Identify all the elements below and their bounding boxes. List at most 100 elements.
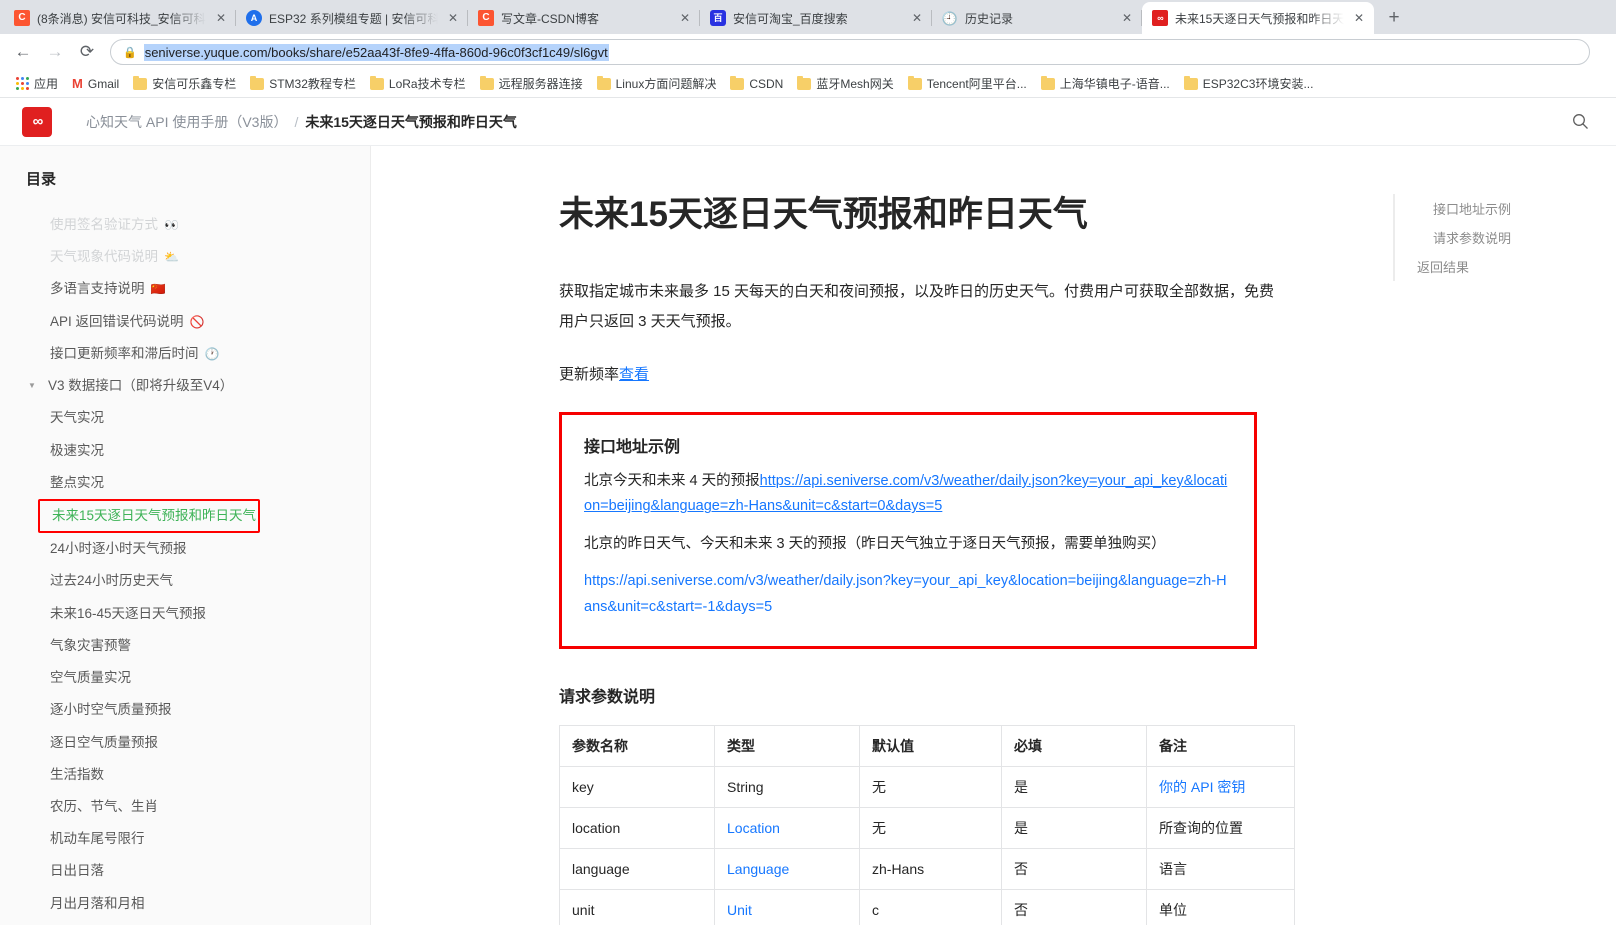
request-params-table: 参数名称类型默认值必填备注 keyString无是你的 API 密钥locati… <box>559 725 1295 925</box>
bookmark-item[interactable]: LoRa技术专栏 <box>364 72 472 95</box>
update-frequency-link[interactable]: 查看 <box>619 366 649 383</box>
toc-item[interactable]: 逐小时空气质量预报 <box>0 694 370 726</box>
param-type-cell[interactable]: Location <box>715 807 860 848</box>
bookmark-item[interactable]: 蓝牙Mesh网关 <box>791 72 899 95</box>
param-name-cell: location <box>560 807 715 848</box>
outline-item[interactable]: 接口地址示例 <box>1395 194 1593 223</box>
toc-item-label: 逐小时空气质量预报 <box>50 701 172 719</box>
toc-item[interactable]: 生活指数 <box>0 759 370 791</box>
bookmark-item[interactable]: CSDN <box>724 74 789 94</box>
param-default-cell: 无 <box>860 807 1002 848</box>
browser-tab[interactable]: AESP32 系列模组专题 | 安信可科✕ <box>236 2 468 34</box>
forward-button[interactable]: → <box>40 37 70 67</box>
bookmark-item[interactable]: 远程服务器连接 <box>474 72 589 95</box>
toc-item-label: 24小时逐小时天气预报 <box>50 540 187 558</box>
toc-item[interactable]: API 返回错误代码说明🚫 <box>0 306 370 338</box>
toc-item[interactable]: 气象灾害预警 <box>0 630 370 662</box>
breadcrumb-parent[interactable]: 心知天气 API 使用手册（V3版） <box>86 112 287 132</box>
page-outline: 接口地址示例请求参数说明返回结果 <box>1371 146 1616 925</box>
toc-item[interactable]: 农历、节气、生肖 <box>0 791 370 823</box>
chevron-down-icon[interactable]: ▼ <box>28 381 38 392</box>
bookmark-item[interactable]: 应用 <box>10 72 64 95</box>
bookmark-item[interactable]: 安信可乐鑫专栏 <box>127 72 242 95</box>
toc-item[interactable]: 天气实况 <box>0 402 370 434</box>
address-bar[interactable]: 🔒 seniverse.yuque.com/books/share/e52aa4… <box>110 39 1590 65</box>
param-type-cell[interactable]: Language <box>715 848 860 889</box>
toc-title: 目录 <box>0 168 370 209</box>
baidu-icon: 百 <box>710 10 726 26</box>
bookmark-item[interactable]: ESP32C3环境安装... <box>1178 72 1320 95</box>
toc-item-label: 未来15天逐日天气预报和昨日天气 <box>52 507 256 525</box>
bookmark-item[interactable]: MGmail <box>66 74 125 94</box>
api-example-highlight-box: 接口地址示例 北京今天和未来 4 天的预报https://api.seniver… <box>559 412 1257 649</box>
tab-close-icon[interactable]: ✕ <box>444 9 462 27</box>
bookmark-item[interactable]: Tencent阿里平台... <box>902 72 1033 95</box>
toc-item-label: 生活指数 <box>50 766 104 784</box>
yuque-logo[interactable]: ∞ <box>22 107 52 137</box>
toc-item[interactable]: 极速实况 <box>0 435 370 467</box>
browser-tab[interactable]: 百安信可淘宝_百度搜索✕ <box>700 2 932 34</box>
toc-item[interactable]: 天气现象代码说明⛅ <box>0 241 370 273</box>
toc-item[interactable]: 机动车尾号限行 <box>0 823 370 855</box>
toc-item[interactable]: 逐日空气质量预报 <box>0 727 370 759</box>
api-example-2-label: 北京的昨日天气、今天和未来 3 天的预报（昨日天气独立于逐日天气预报，需要单独购… <box>584 532 1230 557</box>
toc-item[interactable]: 整点实况 <box>0 467 370 499</box>
param-default-cell: c <box>860 889 1002 925</box>
bookmark-item[interactable]: STM32教程专栏 <box>244 72 362 95</box>
toc-item-emoji-icon: 👀 <box>164 217 179 233</box>
tab-strip: C(8条消息) 安信可科技_安信可科✕AESP32 系列模组专题 | 安信可科✕… <box>0 0 1616 34</box>
bookmark-item[interactable]: Linux方面问题解决 <box>591 72 723 95</box>
toc-item[interactable]: 日出日落 <box>0 855 370 887</box>
toc-item[interactable]: 使用签名验证方式👀 <box>0 209 370 241</box>
csdn-icon: C <box>14 10 30 26</box>
toc-item-label: API 返回错误代码说明 <box>50 313 184 331</box>
toc-item[interactable]: 空气质量实况 <box>0 662 370 694</box>
toc-item[interactable]: 月出月落和月相 <box>0 888 370 920</box>
breadcrumb: 心知天气 API 使用手册（V3版） / 未来15天逐日天气预报和昨日天气 <box>86 112 517 132</box>
folder-icon <box>1184 78 1198 90</box>
toc-item-emoji-icon: ⛅ <box>164 249 179 265</box>
back-button[interactable]: ← <box>8 37 38 67</box>
reload-button[interactable]: ⟳ <box>72 37 102 67</box>
toc-item-label: 整点实况 <box>50 474 104 492</box>
tab-close-icon[interactable]: ✕ <box>1118 9 1136 27</box>
params-heading: 请求参数说明 <box>559 683 1371 707</box>
table-header-row: 参数名称类型默认值必填备注 <box>560 725 1295 766</box>
toc-item[interactable]: 24小时逐小时天气预报 <box>0 533 370 565</box>
body-row: 目录 使用签名验证方式👀天气现象代码说明⛅多语言支持说明🇨🇳API 返回错误代码… <box>0 146 1616 925</box>
tab-close-icon[interactable]: ✕ <box>212 9 230 27</box>
table-column-header: 默认值 <box>860 725 1002 766</box>
toc-item-label: 天气实况 <box>50 409 104 427</box>
folder-icon <box>250 78 264 90</box>
browser-tab[interactable]: C写文章-CSDN博客✕ <box>468 2 700 34</box>
search-icon[interactable] <box>1570 112 1590 132</box>
param-note-cell[interactable]: 你的 API 密钥 <box>1147 766 1295 807</box>
api-example-1: 北京今天和未来 4 天的预报https://api.seniverse.com/… <box>584 469 1230 520</box>
toc-item[interactable]: 过去24小时历史天气 <box>0 565 370 597</box>
toc-item-label: 接口更新频率和滞后时间 <box>50 345 199 363</box>
toc-item-label: 气象灾害预警 <box>50 637 131 655</box>
outline-item[interactable]: 请求参数说明 <box>1395 223 1593 252</box>
toc-item-label: 极速实况 <box>50 442 104 460</box>
browser-tab[interactable]: ∞未来15天逐日天气预报和昨日天✕ <box>1142 2 1374 34</box>
bookmark-label: Linux方面问题解决 <box>616 75 717 92</box>
param-type-cell[interactable]: Unit <box>715 889 860 925</box>
api-example-2-url[interactable]: https://api.seniverse.com/v3/weather/dai… <box>584 569 1230 620</box>
toc-item-active[interactable]: 未来15天逐日天气预报和昨日天气 <box>38 499 260 533</box>
toc-item[interactable]: 接口更新频率和滞后时间🕐 <box>0 338 370 370</box>
toc-item[interactable]: 多语言支持说明🇨🇳 <box>0 273 370 305</box>
tab-close-icon[interactable]: ✕ <box>676 9 694 27</box>
toc-item-label: 逐日空气质量预报 <box>50 734 158 752</box>
param-default-cell: zh-Hans <box>860 848 1002 889</box>
browser-tab[interactable]: 🕘历史记录✕ <box>932 2 1142 34</box>
toc-item[interactable]: ▼V3 数据接口（即将升级至V4） <box>0 370 370 402</box>
tab-close-icon[interactable]: ✕ <box>1350 9 1368 27</box>
bookmark-item[interactable]: 上海华镇电子-语音... <box>1035 72 1176 95</box>
tab-close-icon[interactable]: ✕ <box>908 9 926 27</box>
breadcrumb-separator: / <box>294 114 298 130</box>
toc-item-label: 过去24小时历史天气 <box>50 572 173 590</box>
new-tab-button[interactable]: + <box>1380 4 1408 32</box>
browser-tab[interactable]: C(8条消息) 安信可科技_安信可科✕ <box>4 2 236 34</box>
outline-item[interactable]: 返回结果 <box>1395 252 1593 281</box>
toc-item[interactable]: 未来16-45天逐日天气预报 <box>0 598 370 630</box>
